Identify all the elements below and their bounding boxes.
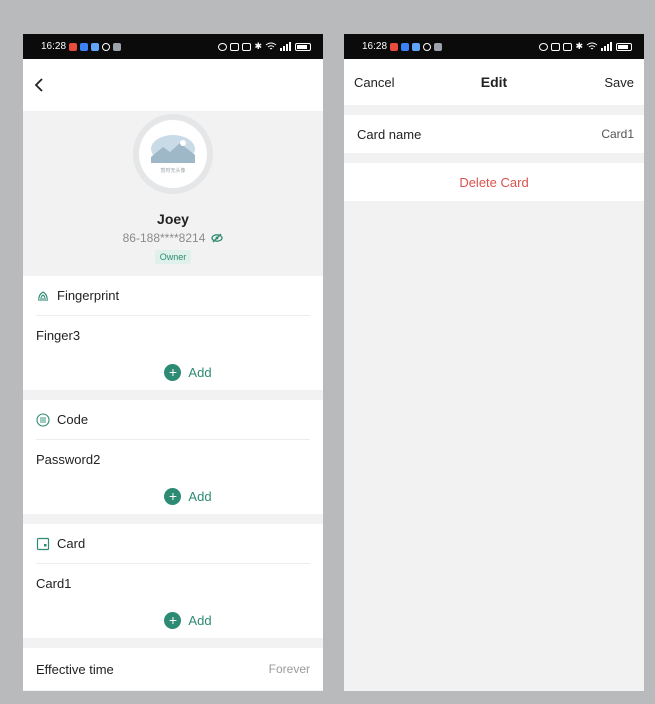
list-item[interactable]: Finger3 — [36, 316, 310, 354]
wifi-icon — [265, 42, 277, 50]
delete-card-button[interactable]: Delete Card — [344, 163, 644, 201]
battery-icon — [295, 42, 311, 51]
signal-icon — [601, 42, 612, 51]
mute-icon — [563, 42, 573, 51]
section-title: Card — [57, 536, 86, 551]
notification-icon — [434, 42, 443, 51]
battery-icon — [616, 42, 632, 51]
plus-icon: + — [164, 363, 182, 381]
add-fingerprint-button[interactable]: + Add — [36, 354, 310, 390]
plus-icon: + — [164, 611, 182, 629]
nfc-icon — [551, 42, 561, 51]
mute-icon — [242, 42, 252, 51]
notification-icon — [412, 42, 421, 51]
fingerprint-icon — [38, 290, 48, 301]
user-detail-screen: 16:28 ✱ 暂时无头像 Joey 86-188****8214 Owner … — [23, 34, 323, 691]
edit-nav-bar: Cancel Edit Save — [344, 59, 644, 105]
avatar: 暂时无头像 — [133, 114, 213, 194]
card-icon — [36, 537, 50, 550]
effective-time-value: Forever — [268, 662, 310, 676]
add-code-button[interactable]: + Add — [36, 478, 310, 514]
card-section: Card Card1 + Add — [23, 524, 323, 638]
signal-icon — [280, 42, 291, 51]
effective-time-row[interactable]: Effective time Forever — [23, 648, 323, 690]
back-arrow-icon[interactable] — [33, 78, 47, 92]
status-time: 16:28 — [41, 41, 67, 52]
list-item[interactable]: Card1 — [36, 564, 310, 602]
profile-header: 暂时无头像 Joey 86-188****8214 Owner — [23, 111, 323, 276]
hidden-eye-icon[interactable] — [211, 233, 224, 243]
notification-icon — [102, 42, 111, 51]
notification-icon — [423, 42, 432, 51]
notification-icon — [91, 42, 100, 51]
add-card-button[interactable]: + Add — [36, 602, 310, 638]
avatar-caption: 暂时无头像 — [160, 167, 186, 174]
status-time: 16:28 — [362, 41, 388, 52]
card-name-value[interactable]: Card1 — [601, 127, 634, 141]
cancel-button[interactable]: Cancel — [354, 75, 394, 90]
save-button[interactable]: Save — [604, 75, 634, 90]
card-name-label: Card name — [357, 126, 422, 142]
nfc-icon — [230, 42, 240, 51]
wifi-icon — [586, 42, 598, 50]
eye-comfort-icon — [539, 42, 549, 51]
effective-time-label: Effective time — [36, 661, 114, 677]
notification-icon — [69, 42, 78, 51]
placeholder-image-icon — [151, 134, 195, 163]
phone-number: 86-188****8214 — [122, 231, 206, 245]
eye-comfort-icon — [218, 42, 228, 51]
user-name: Joey — [157, 211, 189, 227]
fingerprint-section: Fingerprint Finger3 + Add — [23, 276, 323, 390]
edit-card-screen: 16:28 ✱ Cancel Edit Save Card name Card1… — [344, 34, 644, 691]
role-badge: Owner — [154, 250, 192, 264]
bluetooth-icon: ✱ — [575, 41, 583, 51]
notification-icon — [80, 42, 89, 51]
status-bar: 16:28 ✱ — [23, 34, 323, 59]
keypad-icon — [36, 412, 50, 427]
notification-icon — [401, 42, 410, 51]
notification-icon — [390, 42, 399, 51]
list-item[interactable]: Password2 — [36, 440, 310, 478]
bluetooth-icon: ✱ — [254, 41, 262, 51]
top-nav — [23, 59, 323, 111]
plus-icon: + — [164, 487, 182, 505]
code-section: Code Password2 + Add — [23, 400, 323, 514]
notification-icon — [113, 42, 122, 51]
section-title: Fingerprint — [57, 288, 120, 303]
section-title: Code — [57, 412, 89, 427]
status-bar: 16:28 ✱ — [344, 34, 644, 59]
card-name-row[interactable]: Card name Card1 — [344, 115, 644, 153]
